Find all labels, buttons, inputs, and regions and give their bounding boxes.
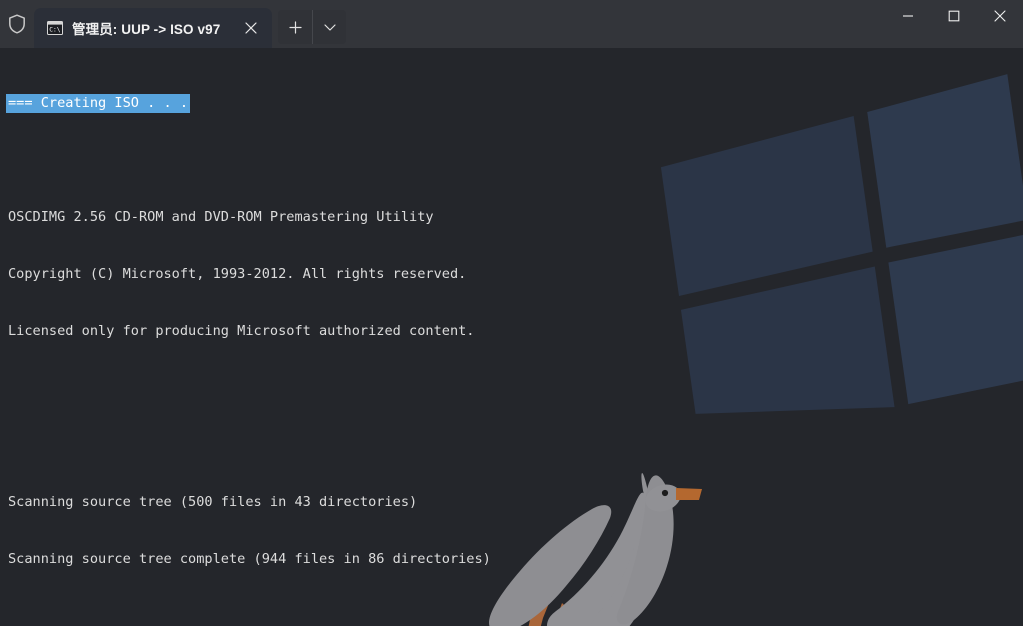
console-line: === Creating ISO . . .	[6, 94, 1023, 113]
title-bar: C:\ 管理员: UUP -> ISO v97	[0, 0, 1023, 48]
tab-strip: C:\ 管理员: UUP -> ISO v97	[34, 0, 272, 48]
console-line: Scanning source tree (500 files in 43 di…	[8, 493, 1023, 512]
line-text: OSCDIMG 2.56 CD-ROM and DVD-ROM Premaste…	[8, 209, 434, 225]
line-text: Scanning source tree complete (944 files…	[8, 551, 491, 567]
console-line: Scanning source tree complete (944 files…	[8, 550, 1023, 569]
window-caption-buttons	[885, 0, 1023, 48]
tab-title: 管理员: UUP -> ISO v97	[72, 22, 221, 37]
svg-text:C:\: C:\	[49, 27, 60, 34]
tab-actions	[278, 0, 346, 48]
tab-dropdown-button[interactable]	[312, 10, 346, 44]
line-text-highlight-blue: === Creating ISO . . .	[6, 94, 191, 113]
admin-shield-icon	[0, 0, 34, 48]
line-text: Scanning source tree (500 files in 43 di…	[8, 494, 418, 510]
maximize-button[interactable]	[931, 0, 977, 32]
new-tab-button[interactable]	[278, 10, 312, 44]
tab-close-icon[interactable]	[236, 13, 266, 43]
tab-uup-to-iso[interactable]: C:\ 管理员: UUP -> ISO v97	[34, 8, 272, 48]
console-line: OSCDIMG 2.56 CD-ROM and DVD-ROM Premaste…	[8, 208, 1023, 227]
console-output: === Creating ISO . . . OSCDIMG 2.56 CD-R…	[0, 48, 1023, 626]
minimize-button[interactable]	[885, 0, 931, 32]
console-line: Licensed only for producing Microsoft au…	[8, 322, 1023, 341]
console-line: Copyright (C) Microsoft, 1993-2012. All …	[8, 265, 1023, 284]
terminal-pane[interactable]: === Creating ISO . . . OSCDIMG 2.56 CD-R…	[0, 48, 1023, 626]
line-text: Licensed only for producing Microsoft au…	[8, 323, 475, 339]
close-button[interactable]	[977, 0, 1023, 32]
line-text: Copyright (C) Microsoft, 1993-2012. All …	[8, 266, 467, 282]
cmd-console-icon: C:\	[47, 20, 63, 36]
